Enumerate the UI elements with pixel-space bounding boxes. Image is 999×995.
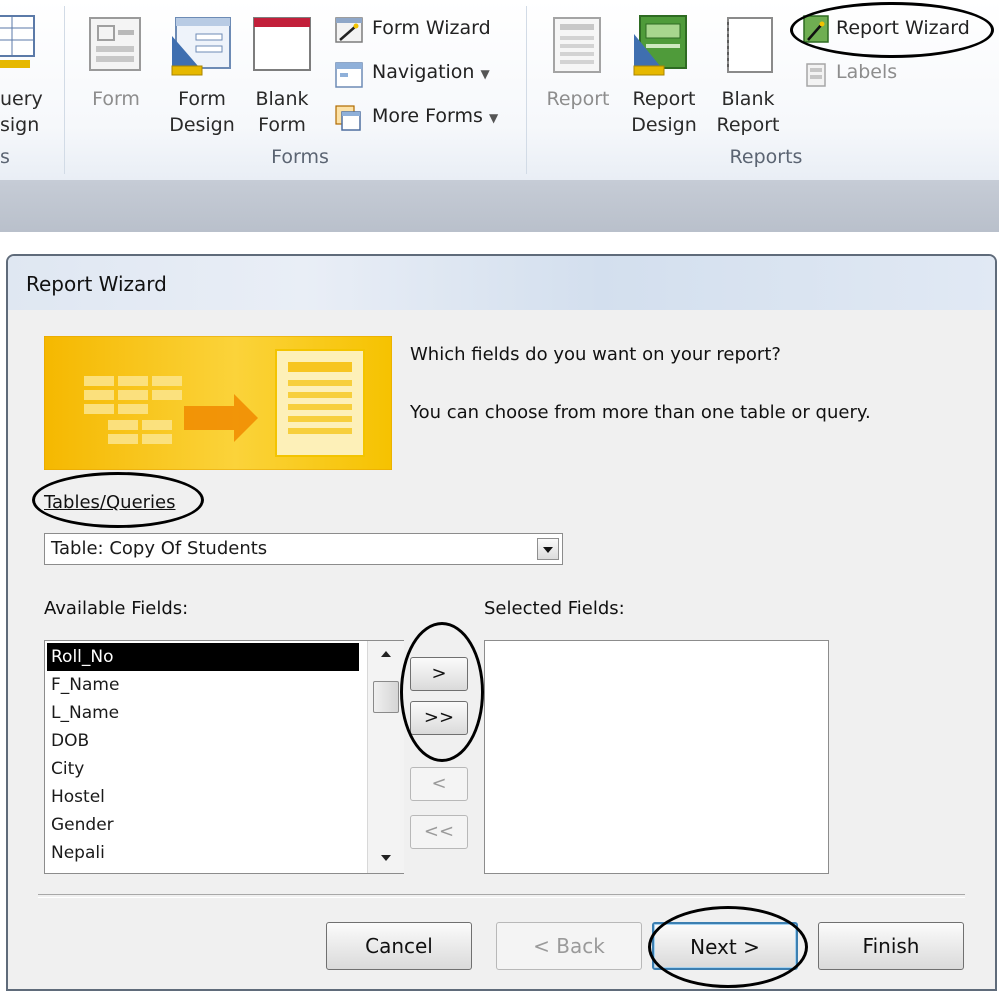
wizard-banner-image: [43, 335, 393, 471]
report-wizard-annotation-ellipse: [790, 2, 994, 58]
tables-queries-annotation-ellipse: [32, 472, 204, 528]
report-design-button[interactable]: Report Design: [624, 86, 704, 138]
report-design-line1: Report: [632, 88, 696, 110]
remove-all-fields-button[interactable]: <<: [410, 815, 468, 849]
form-design-line1: Form: [178, 88, 226, 110]
available-fields-scrollbar[interactable]: [367, 641, 404, 873]
selected-fields-list[interactable]: [484, 640, 829, 874]
cancel-button[interactable]: Cancel: [326, 922, 472, 970]
forms-group-title: Forms: [271, 146, 329, 168]
list-item[interactable]: DOB: [47, 727, 359, 755]
labels-button[interactable]: Labels: [836, 61, 897, 83]
list-item[interactable]: F_Name: [47, 671, 359, 699]
back-button[interactable]: < Back: [496, 922, 642, 970]
group-separator: [64, 6, 65, 174]
dialog-title: Report Wizard: [26, 272, 167, 296]
query-design-label[interactable]: uery sign: [0, 86, 43, 138]
navigation-dropdown-arrow-icon: ▼: [480, 67, 490, 81]
report-design-icon[interactable]: [630, 12, 694, 78]
report-wizard-dialog: Report Wizard Which fields do you want o…: [6, 254, 997, 991]
more-forms-button[interactable]: More Forms ▼: [372, 105, 498, 127]
form-wizard-button[interactable]: Form Wizard: [372, 17, 491, 39]
report-icon[interactable]: [548, 14, 606, 76]
next-button-annotation-ellipse: [648, 906, 808, 988]
list-item[interactable]: Roll_No: [47, 643, 359, 671]
list-item[interactable]: L_Name: [47, 699, 359, 727]
available-fields-list[interactable]: Roll_No F_Name L_Name DOB City Hostel Ge…: [44, 640, 404, 874]
list-item[interactable]: Hostel: [47, 783, 359, 811]
ribbon: uery sign s Form Form Design Blank Form …: [0, 0, 999, 181]
blank-report-line1: Blank: [721, 88, 775, 110]
tables-queries-value: Table: Copy Of Students: [51, 538, 268, 559]
chevron-down-icon: [543, 547, 553, 553]
tables-queries-select[interactable]: Table: Copy Of Students: [44, 533, 563, 565]
finish-button[interactable]: Finish: [818, 922, 964, 970]
combo-dropdown-button[interactable]: [537, 538, 559, 560]
blank-report-line2: Report: [716, 114, 780, 136]
blank-form-button[interactable]: Blank Form: [246, 86, 318, 138]
navigation-icon[interactable]: [334, 60, 364, 90]
navigation-button[interactable]: Navigation ▼: [372, 61, 490, 83]
form-design-button[interactable]: Form Design: [160, 86, 244, 138]
blank-form-icon[interactable]: [250, 14, 314, 74]
wizard-hint: You can choose from more than one table …: [410, 402, 871, 423]
list-item[interactable]: City: [47, 755, 359, 783]
blank-report-button[interactable]: Blank Report: [708, 86, 788, 138]
blank-form-line2: Form: [258, 114, 306, 136]
list-item[interactable]: Gender: [47, 811, 359, 839]
query-design-line2: sign: [0, 114, 40, 136]
selected-fields-label: Selected Fields:: [484, 598, 625, 619]
wizard-question: Which fields do you want on your report?: [410, 344, 781, 365]
group-separator: [526, 6, 527, 174]
workspace-gap: [0, 232, 999, 252]
ribbon-bottom-strip: [0, 180, 999, 232]
remove-field-button[interactable]: <: [410, 767, 468, 801]
navigation-label: Navigation: [372, 61, 475, 83]
dialog-titlebar[interactable]: Report Wizard: [8, 256, 995, 310]
scroll-down-icon[interactable]: [378, 851, 394, 865]
query-design-line1: uery: [0, 88, 43, 110]
form-design-line2: Design: [169, 114, 235, 136]
available-fields-label: Available Fields:: [44, 598, 189, 619]
report-design-line2: Design: [631, 114, 697, 136]
queries-group-title: s: [0, 146, 10, 168]
more-forms-dropdown-arrow-icon: ▼: [488, 111, 499, 125]
blank-form-line1: Blank: [255, 88, 309, 110]
labels-icon[interactable]: [802, 60, 830, 90]
move-buttons-annotation-ellipse: [400, 622, 484, 762]
form-icon[interactable]: [86, 14, 146, 74]
more-forms-icon[interactable]: [334, 104, 364, 134]
dialog-divider: [38, 894, 965, 898]
form-button[interactable]: Form: [80, 86, 152, 112]
query-design-icon[interactable]: [0, 10, 40, 74]
report-button[interactable]: Report: [540, 86, 616, 112]
scroll-thumb[interactable]: [373, 681, 399, 713]
reports-group-title: Reports: [729, 146, 803, 168]
form-design-icon[interactable]: [170, 14, 234, 78]
more-forms-label: More Forms: [372, 105, 483, 127]
list-item[interactable]: Nepali: [47, 839, 359, 867]
blank-report-icon[interactable]: [718, 14, 778, 76]
scroll-up-icon[interactable]: [378, 647, 394, 661]
form-wizard-icon[interactable]: [334, 16, 364, 46]
